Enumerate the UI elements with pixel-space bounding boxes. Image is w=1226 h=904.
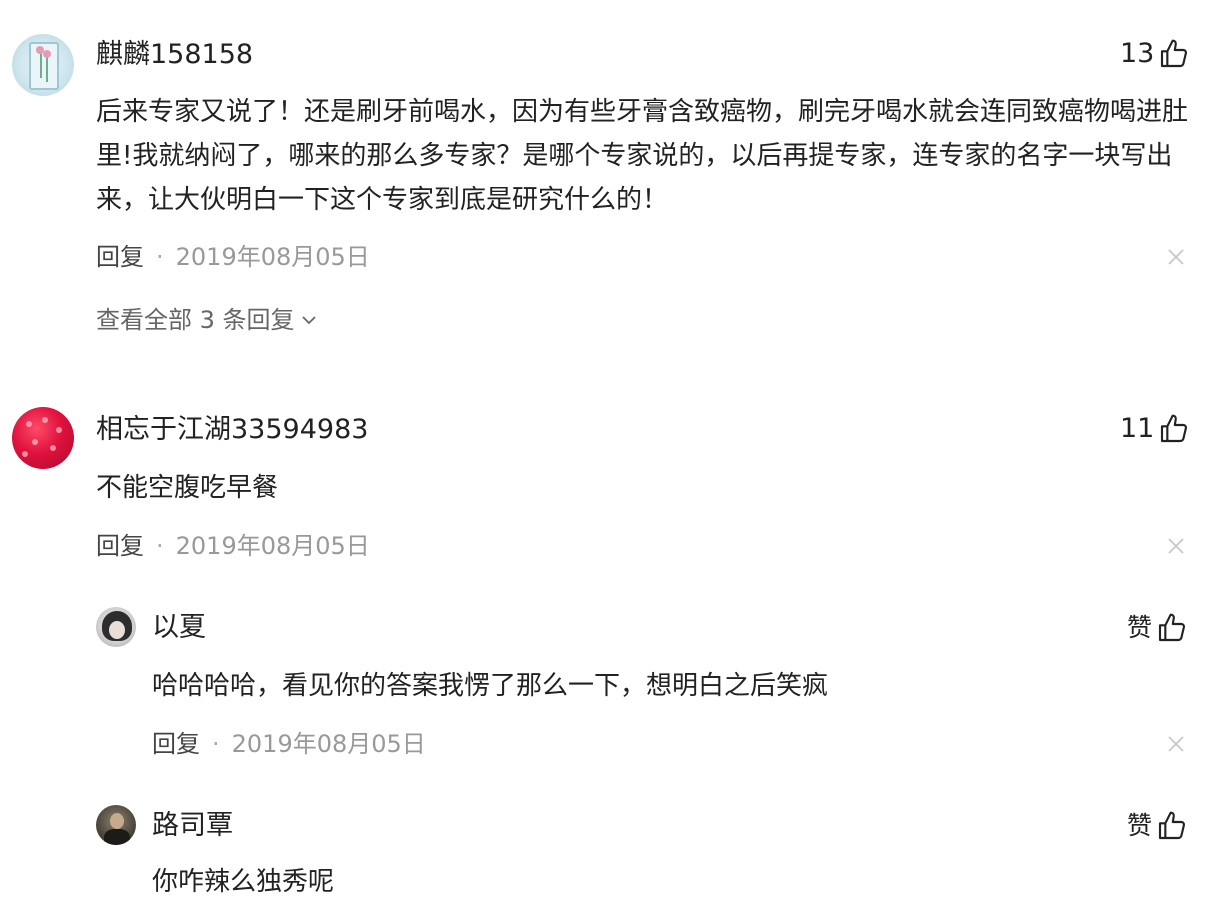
reply-button[interactable]: 回复: [96, 243, 144, 271]
comment-date: 2019年08月05日: [175, 243, 370, 271]
username[interactable]: 以夏: [152, 611, 206, 645]
comment-text: 不能空腹吃早餐: [96, 473, 279, 503]
separator-dot: ·: [156, 532, 164, 560]
vase-flower-avatar-icon: [29, 42, 59, 90]
like-button[interactable]: 11: [1120, 413, 1190, 445]
like-button[interactable]: 赞: [1127, 612, 1188, 644]
like-count: 11: [1120, 413, 1155, 444]
chevron-down-icon: [301, 316, 316, 325]
like-button[interactable]: 赞: [1127, 810, 1188, 842]
thumbs-up-icon: [1161, 414, 1188, 443]
separator-dot: ·: [156, 243, 164, 271]
reply-text: 哈哈哈哈，看见你的答案我愣了那么一下，想明白之后笑疯: [152, 671, 829, 701]
like-count: 13: [1120, 38, 1155, 69]
man-portrait-avatar-icon: [104, 829, 130, 845]
close-icon[interactable]: [1166, 536, 1186, 556]
view-all-replies-label: 查看全部 3 条回复: [96, 306, 295, 334]
user-avatar[interactable]: [96, 805, 136, 845]
thumbs-up-icon: [1158, 811, 1186, 840]
username[interactable]: 路司覃: [152, 809, 233, 843]
reply-button[interactable]: 回复: [152, 730, 200, 758]
close-icon[interactable]: [1166, 734, 1186, 754]
like-button[interactable]: 13: [1120, 38, 1190, 70]
user-avatar[interactable]: [12, 407, 74, 469]
comment-date: 2019年08月05日: [175, 532, 370, 560]
like-label: 赞: [1127, 613, 1153, 642]
username[interactable]: 相忘于江湖33594983: [96, 413, 368, 447]
view-all-replies-link[interactable]: 查看全部 3 条回复: [96, 305, 319, 335]
thumbs-up-icon: [1158, 613, 1186, 642]
comment-date: 2019年08月05日: [231, 730, 426, 758]
comment-text: 后来专家又说了！还是刷牙前喝水，因为有些牙膏含致癌物，刷完牙喝水就会连同致癌物喝…: [96, 97, 1189, 215]
close-icon[interactable]: [1166, 247, 1186, 267]
like-label: 赞: [1127, 811, 1153, 840]
username[interactable]: 麒麟158158: [96, 38, 253, 72]
user-avatar[interactable]: [96, 607, 136, 647]
user-avatar[interactable]: [12, 34, 74, 96]
reply-text: 你咋辣么独秀呢: [152, 867, 335, 897]
separator-dot: ·: [212, 730, 220, 758]
thumbs-up-icon: [1161, 39, 1188, 68]
reply-button[interactable]: 回复: [96, 532, 144, 560]
